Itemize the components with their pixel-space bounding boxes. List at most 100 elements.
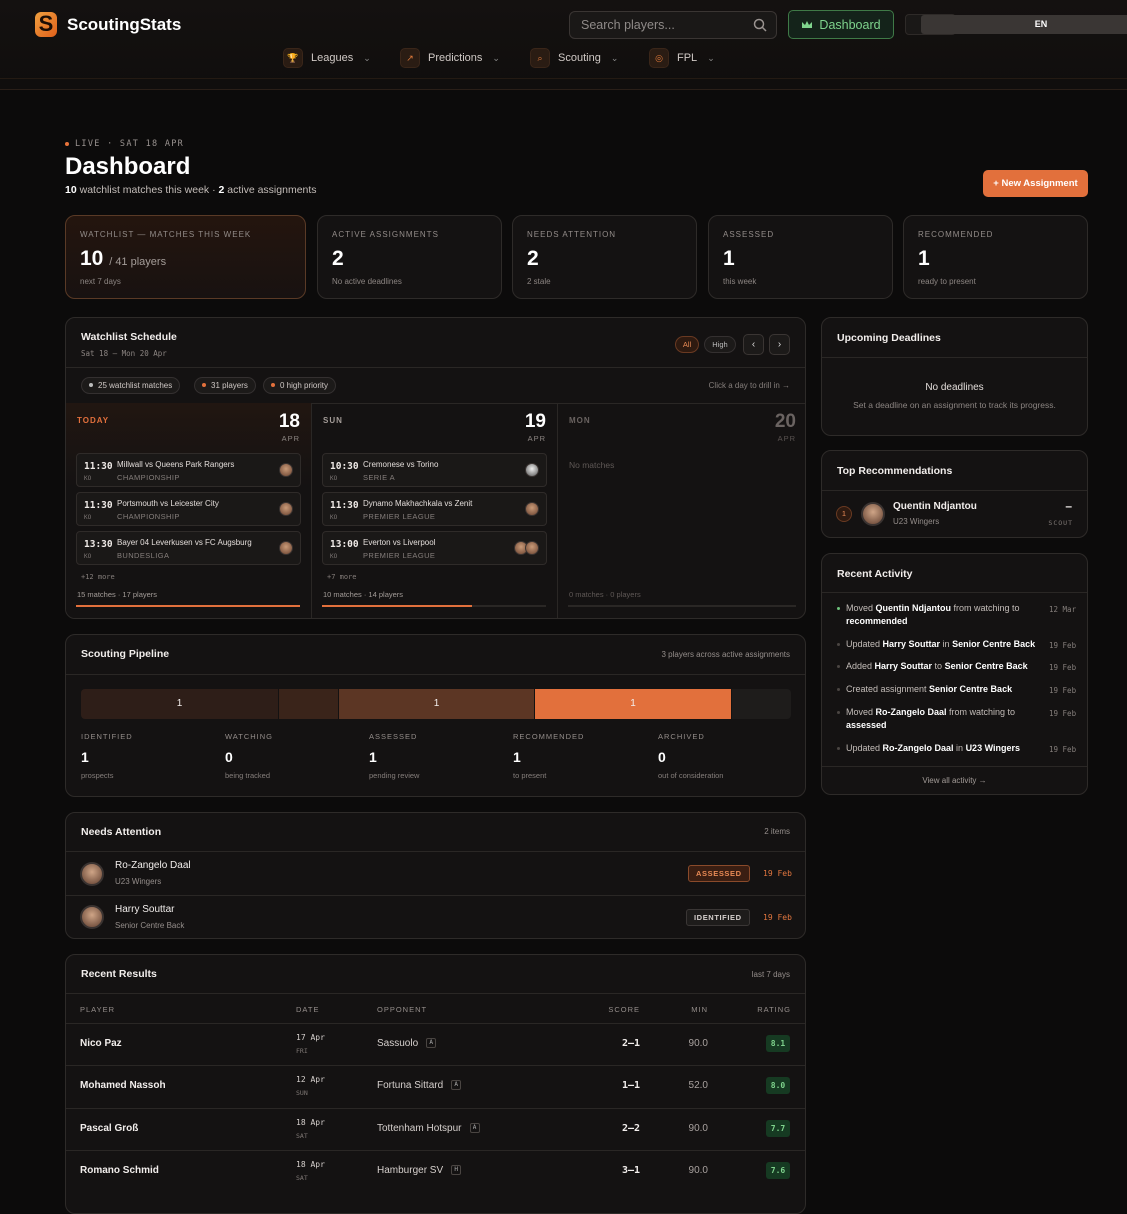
more-matches-link[interactable]: +7 more xyxy=(327,573,357,581)
day-column-sun[interactable]: SUN 19 APR 10:30 KO Cremonese vs Torino SER… xyxy=(312,403,558,618)
live-indicator: LIVE · SAT 18 APR xyxy=(65,139,184,149)
day-column-mon[interactable]: MON 20 APR No matches 0 matches · 0 play… xyxy=(558,403,805,618)
pipeline-segment-identified[interactable]: 1 xyxy=(81,689,278,719)
day-progress-bar xyxy=(568,605,796,607)
match-teams: Dynamo Makhachkala vs Zenit xyxy=(363,499,473,508)
result-minutes: 90.0 xyxy=(688,1165,708,1176)
pipeline-segment-archived[interactable] xyxy=(732,689,791,719)
attention-player-name[interactable]: Harry Souttar xyxy=(115,904,174,915)
col-header-opponent[interactable]: OPPONENT xyxy=(377,1005,427,1014)
activity-dot xyxy=(837,665,840,668)
activity-text: from watching to xyxy=(951,603,1020,613)
brand-name[interactable]: ScoutingStats xyxy=(67,15,181,35)
pipeline-segment-recommended[interactable]: 1 xyxy=(535,689,731,719)
attention-meta: 2 items xyxy=(764,827,790,836)
stat-watchlist[interactable]: Watchlist — matches this week 10 / 41 pl… xyxy=(65,215,306,299)
deadlines-title: Upcoming Deadlines xyxy=(837,332,941,344)
stat-needs-attention[interactable]: Needs attention 2 2 stale xyxy=(512,215,697,299)
result-dow: SAT xyxy=(296,1132,308,1140)
chevron-down-icon: ⌄ xyxy=(492,52,500,63)
activity-time: 19 Feb xyxy=(1049,641,1077,650)
filter-all[interactable]: All xyxy=(675,336,699,353)
result-score: 1–1 xyxy=(621,1080,640,1091)
home-away-badge: A xyxy=(451,1080,462,1091)
day-number: 19 xyxy=(524,411,546,432)
pill-text: 25 watchlist matches xyxy=(98,381,173,390)
stat-active-assignments[interactable]: Active assignments 2 No active deadlines xyxy=(317,215,502,299)
table-row[interactable]: Mohamed Nassoh 12 Apr SUN Fortuna Sittar… xyxy=(66,1065,805,1107)
match-competition: BUNDESLIGA xyxy=(117,551,170,560)
table-row[interactable]: Pascal Groß 18 Apr SAT Tottenham Hotspur… xyxy=(66,1108,805,1150)
col-header-score[interactable]: SCORE xyxy=(608,1005,640,1014)
nav-fpl[interactable]: ◎ FPL ⌄ xyxy=(649,48,715,68)
next-day-button[interactable]: › xyxy=(769,334,790,355)
table-row[interactable]: Romano Schmid 18 Apr SAT Hamburger SV H 3… xyxy=(66,1150,805,1192)
stat-assessed[interactable]: Assessed 1 this week xyxy=(708,215,893,299)
match-item[interactable]: 11:30 KO Dynamo Makhachkala vs Zenit PREMIE… xyxy=(322,492,547,526)
activity-dot xyxy=(837,688,840,691)
search-input[interactable] xyxy=(581,18,746,32)
stat-sub: 2 stale xyxy=(527,277,551,286)
match-competition: CHAMPIONSHIP xyxy=(117,512,180,521)
match-item[interactable]: 10:30 KO Cremonese vs Torino SERIE A xyxy=(322,453,547,487)
col-header-date[interactable]: DATE xyxy=(296,1005,319,1014)
col-header-player[interactable]: PLAYER xyxy=(80,1005,115,1014)
stage-value: 1 xyxy=(513,749,521,765)
stat-recommended[interactable]: Recommended 1 ready to present xyxy=(903,215,1088,299)
nav-leagues[interactable]: 🏆 Leagues ⌄ xyxy=(283,48,371,68)
dashboard-button[interactable]: Dashboard xyxy=(788,10,894,39)
view-all-activity-link[interactable]: View all activity → xyxy=(822,776,1087,785)
match-item[interactable]: 11:30 KO Portsmouth vs Leicester City CHAMP… xyxy=(76,492,301,526)
rec-player-name[interactable]: Quentin Ndjantou xyxy=(893,501,977,512)
search-icon[interactable] xyxy=(752,17,768,33)
stat-sub: this week xyxy=(723,277,757,286)
activity-dot xyxy=(837,711,840,714)
chevron-down-icon: ⌄ xyxy=(610,52,619,63)
pipeline-segment-assessed[interactable]: 1 xyxy=(339,689,534,719)
pipeline-stage-watching: WATCHING 0 being tracked xyxy=(225,732,355,780)
match-item[interactable]: 11:30 KO Millwall vs Queens Park Rangers CH… xyxy=(76,453,301,487)
schedule-range: Sat 18 — Mon 20 Apr xyxy=(81,349,167,358)
result-date: 18 Apr xyxy=(296,1118,325,1127)
lang-en[interactable]: EN xyxy=(921,15,1127,34)
nav-scouting[interactable]: ⌕ Scouting ⌄ xyxy=(530,48,618,68)
recent-results-card: Recent Results last 7 days PLAYER DATE O… xyxy=(65,954,806,1214)
prev-day-button[interactable]: ‹ xyxy=(743,334,764,355)
activity-time: 19 Feb xyxy=(1049,709,1077,718)
deadlines-hint: Set a deadline on an assignment to track… xyxy=(853,400,1056,410)
rating-badge: 7.7 xyxy=(766,1120,790,1137)
upcoming-deadlines-card: Upcoming Deadlines No deadlines Set a de… xyxy=(821,317,1088,436)
table-row[interactable]: Nico Paz 17 Apr FRI Sassuolo A 2–1 90.0 8… xyxy=(66,1023,805,1065)
live-dot-icon xyxy=(65,141,69,146)
match-ko: KO xyxy=(84,553,92,560)
activity-text: Moved xyxy=(846,603,876,613)
activity-text: Updated xyxy=(846,743,883,753)
new-assignment-button[interactable]: + New Assignment xyxy=(983,170,1088,197)
recommendations-title: Top Recommendations xyxy=(837,465,953,477)
match-competition: PREMIER LEAGUE xyxy=(363,512,436,521)
attention-title: Needs Attention xyxy=(81,826,162,838)
filter-high[interactable]: High xyxy=(704,336,736,353)
pipeline-segment-watching[interactable] xyxy=(279,689,338,719)
nav-predictions[interactable]: ↗ Predictions ⌄ xyxy=(400,48,500,68)
rec-score: – xyxy=(1065,499,1072,513)
chevron-down-icon: ⌄ xyxy=(707,52,715,63)
player-avatar xyxy=(279,541,293,555)
result-date: 17 Apr xyxy=(296,1033,325,1042)
trophy-icon: 🏆 xyxy=(283,48,303,68)
stage-sub: to present xyxy=(513,771,547,780)
stage-sub: pending review xyxy=(369,771,420,780)
result-player: Pascal Groß xyxy=(80,1123,139,1134)
more-matches-link[interactable]: +12 more xyxy=(81,573,115,581)
magnifier-icon: ⌕ xyxy=(530,48,550,68)
stat-sub: No active deadlines xyxy=(332,277,402,286)
rating-badge: 7.6 xyxy=(766,1162,790,1179)
match-item[interactable]: 13:00 KO Everton vs Liverpool PREMIER LEAGU… xyxy=(322,531,547,565)
match-item[interactable]: 13:30 KO Bayer 04 Leverkusen vs FC Augsbur… xyxy=(76,531,301,565)
search-box[interactable] xyxy=(569,11,777,39)
col-header-rating[interactable]: RATING xyxy=(757,1005,791,1014)
col-header-min[interactable]: MIN xyxy=(691,1005,708,1014)
day-progress-fill xyxy=(322,605,473,607)
day-column-today[interactable]: TODAY 18 APR 11:30 KO Millwall vs Queens P… xyxy=(66,403,312,618)
attention-player-name[interactable]: Ro-Zangelo Daal xyxy=(115,860,191,871)
